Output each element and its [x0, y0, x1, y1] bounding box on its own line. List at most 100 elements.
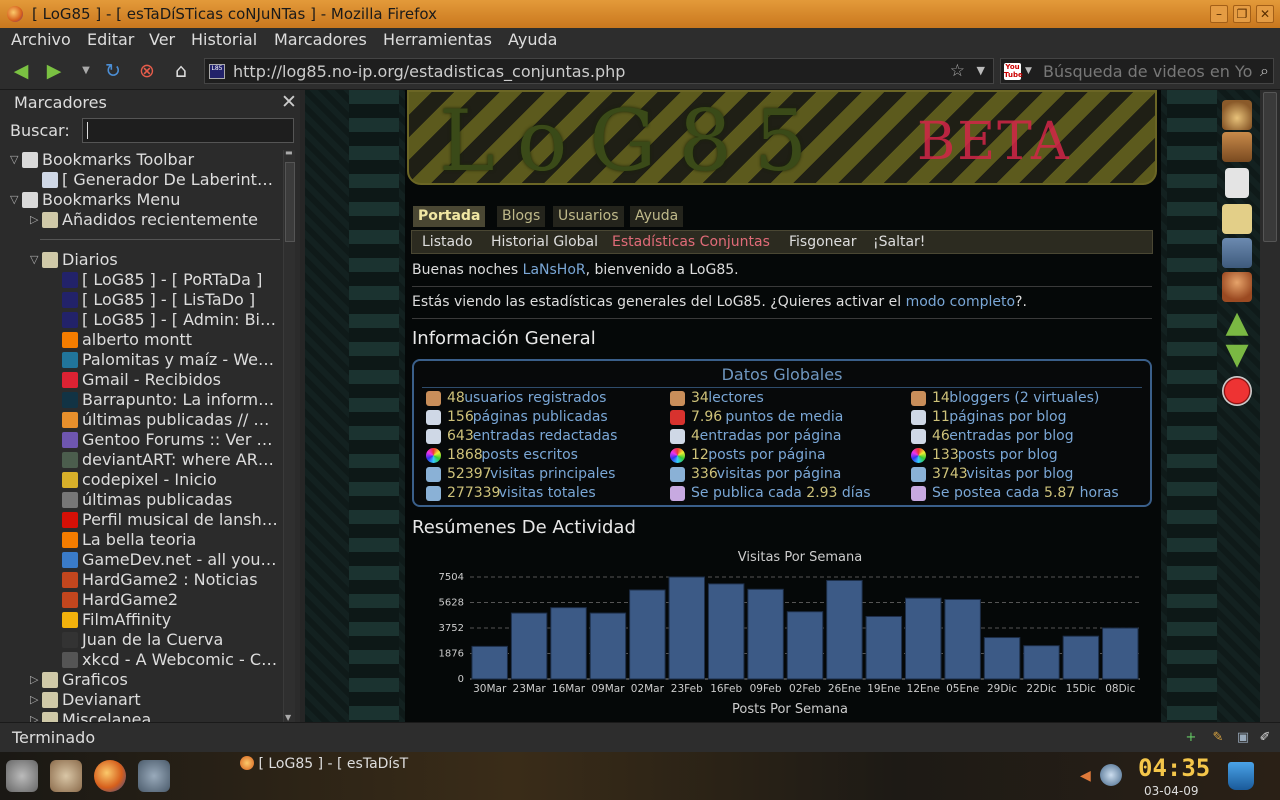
back-icon[interactable]: ◀ — [9, 60, 33, 82]
menu-ver[interactable]: Ver — [149, 30, 175, 49]
bookmark-item[interactable]: FilmAffinity — [0, 610, 284, 630]
page-scroll-thumb[interactable] — [1263, 92, 1277, 242]
extension-icon[interactable]: ▣ — [1235, 730, 1251, 746]
bookmark-folder[interactable]: ▷ Añadidos recientemente — [0, 210, 284, 230]
site-banner[interactable]: LoG85 BETA — [407, 90, 1157, 190]
user-avatar-icon[interactable] — [1222, 272, 1252, 302]
bookmark-folder[interactable]: ▽ Bookmarks Toolbar — [0, 150, 284, 170]
bookmark-item[interactable]: HardGame2 — [0, 590, 284, 610]
home-icon[interactable]: ⌂ — [169, 60, 193, 82]
dice-launcher-icon[interactable] — [50, 760, 82, 792]
reload-icon[interactable]: ↻ — [101, 60, 125, 82]
url-bar[interactable]: L85 http://log85.no-ip.org/estadisticas_… — [204, 58, 994, 84]
collapsed-twisty-icon[interactable]: ▷ — [30, 710, 38, 722]
menu-herramientas[interactable]: Herramientas — [383, 30, 492, 49]
menu-marcadores[interactable]: Marcadores — [274, 30, 367, 49]
bookmark-item[interactable]: codepixel - Inicio — [0, 470, 284, 490]
tray-arrow-icon[interactable]: ◀ — [1080, 768, 1091, 784]
power-icon[interactable] — [1222, 376, 1252, 406]
sidebar-search-input[interactable] — [82, 118, 294, 143]
add-page-icon[interactable] — [1225, 168, 1249, 198]
expanded-twisty-icon[interactable]: ▽ — [10, 150, 18, 170]
stop-icon[interactable]: ⊗ — [135, 60, 159, 82]
robot-launcher-icon[interactable] — [138, 760, 170, 792]
tab-usuarios[interactable]: Usuarios — [553, 206, 624, 227]
search-box[interactable]: You Tube ▼ Búsqueda de videos en You ⌕ — [1000, 58, 1274, 84]
history-dropdown-icon[interactable]: ▼ — [74, 60, 98, 82]
bookmark-folder[interactable]: ▽ Bookmarks Menu — [0, 190, 284, 210]
edit-icon[interactable]: ✐ — [1257, 730, 1273, 746]
tray-network-icon[interactable] — [1100, 764, 1122, 786]
bookmark-folder[interactable]: ▷ Devianart — [0, 690, 284, 710]
bookmark-folder[interactable]: ▷ Graficos — [0, 670, 284, 690]
search-placeholder[interactable]: Búsqueda de videos en You — [1043, 62, 1253, 81]
user-link[interactable]: LaNsHoR — [523, 262, 586, 278]
subnav-fisgonear[interactable]: Fisgonear — [789, 234, 857, 250]
bookmark-item[interactable]: Perfil musical de lansh… — [0, 510, 284, 530]
subnav-saltar[interactable]: ¡Saltar! — [873, 234, 925, 250]
sidebar-scrollbar[interactable]: ▬ ▼ — [283, 148, 295, 722]
modo-completo-link[interactable]: modo completo — [906, 294, 1015, 310]
maximize-button[interactable]: ❐ — [1233, 5, 1251, 23]
expanded-twisty-icon[interactable]: ▽ — [10, 190, 18, 210]
settings-launcher-icon[interactable] — [6, 760, 38, 792]
bookmark-item[interactable]: [ LoG85 ] - [ LisTaDo ] — [0, 290, 284, 310]
sidebar-scroll-thumb[interactable] — [285, 162, 295, 242]
bookmark-item[interactable]: [ LoG85 ] - [ PoRTaDa ] — [0, 270, 284, 290]
collapsed-twisty-icon[interactable]: ▷ — [30, 670, 38, 690]
bookmark-item[interactable]: Gentoo Forums :: Ver … — [0, 430, 284, 450]
bookmark-item[interactable]: [ LoG85 ] - [ Admin: Bi… — [0, 310, 284, 330]
gear-panel-icon[interactable] — [1222, 238, 1252, 268]
notes-icon[interactable] — [1222, 204, 1252, 234]
bookmark-item[interactable]: últimas publicadas // … — [0, 410, 284, 430]
arrow-up-icon[interactable]: ▲ — [1222, 308, 1252, 338]
lamp-icon[interactable] — [1222, 100, 1252, 130]
close-icon[interactable]: ✕ — [281, 91, 297, 113]
bookmark-item[interactable]: La bella teoria — [0, 530, 284, 550]
subnav-estadisticas-conjuntas[interactable]: Estadísticas Conjuntas — [612, 234, 770, 250]
menu-archivo[interactable]: Archivo — [11, 30, 71, 49]
close-window-button[interactable]: ✕ — [1256, 5, 1274, 23]
youtube-engine-icon[interactable]: You Tube — [1004, 63, 1023, 80]
task-window-button[interactable]: [ LoG85 ] - [ esTaDísT — [240, 756, 440, 780]
bookmark-item[interactable]: Barrapunto: La inform… — [0, 390, 284, 410]
bookmark-item[interactable]: [ Generador De Laberint… — [0, 170, 284, 190]
bookmark-folder[interactable]: ▽ Diarios — [0, 250, 284, 270]
bookmark-item[interactable]: HardGame2 : Noticias — [0, 570, 284, 590]
bookmark-item[interactable]: Gmail - Recibidos — [0, 370, 284, 390]
bookmark-star-icon[interactable]: ☆ — [950, 61, 965, 81]
menu-historial[interactable]: Historial — [191, 30, 257, 49]
pen-tool-icon[interactable]: ✎ — [1210, 730, 1226, 746]
minimize-button[interactable]: – — [1210, 5, 1228, 23]
tab-blogs[interactable]: Blogs — [497, 206, 546, 227]
url-dropdown-icon[interactable]: ▼ — [977, 64, 985, 77]
url-text[interactable]: http://log85.no-ip.org/estadisticas_conj… — [233, 62, 625, 81]
subnav-historial-global[interactable]: Historial Global — [491, 234, 598, 250]
clock[interactable]: 04:35 — [1138, 754, 1210, 782]
forward-icon[interactable]: ▶ — [42, 60, 66, 82]
menu-ayuda[interactable]: Ayuda — [508, 30, 557, 49]
bookmark-item[interactable]: GameDev.net - all you… — [0, 550, 284, 570]
bookmark-item[interactable]: Juan de la Cuerva — [0, 630, 284, 650]
bookmark-item[interactable]: alberto montt — [0, 330, 284, 350]
add-icon[interactable]: + — [1183, 730, 1199, 746]
search-icon[interactable]: ⌕ — [1260, 61, 1269, 81]
firefox-launcher-icon[interactable] — [94, 760, 126, 792]
house-icon[interactable] — [1222, 132, 1252, 162]
bookmark-item[interactable]: xkcd - A Webcomic - C… — [0, 650, 284, 670]
trash-icon[interactable] — [1228, 762, 1254, 790]
tab-portada[interactable]: Portada — [413, 206, 486, 227]
expanded-twisty-icon[interactable]: ▽ — [30, 250, 38, 270]
arrow-down-icon[interactable]: ▼ — [1222, 340, 1252, 370]
collapsed-twisty-icon[interactable]: ▷ — [30, 210, 38, 230]
page-scrollbar[interactable] — [1260, 90, 1280, 722]
subnav-listado[interactable]: Listado — [422, 234, 473, 250]
tab-ayuda[interactable]: Ayuda — [630, 206, 684, 227]
bookmark-folder[interactable]: ▷ Miscelanea — [0, 710, 284, 722]
bookmark-item[interactable]: deviantART: where AR… — [0, 450, 284, 470]
title-bar[interactable]: [ LoG85 ] - [ esTaDíSTicas coNJuNTas ] -… — [0, 0, 1280, 28]
menu-editar[interactable]: Editar — [87, 30, 134, 49]
engine-dropdown-icon[interactable]: ▼ — [1025, 66, 1032, 76]
bookmark-item[interactable]: últimas publicadas — [0, 490, 284, 510]
collapsed-twisty-icon[interactable]: ▷ — [30, 690, 38, 710]
